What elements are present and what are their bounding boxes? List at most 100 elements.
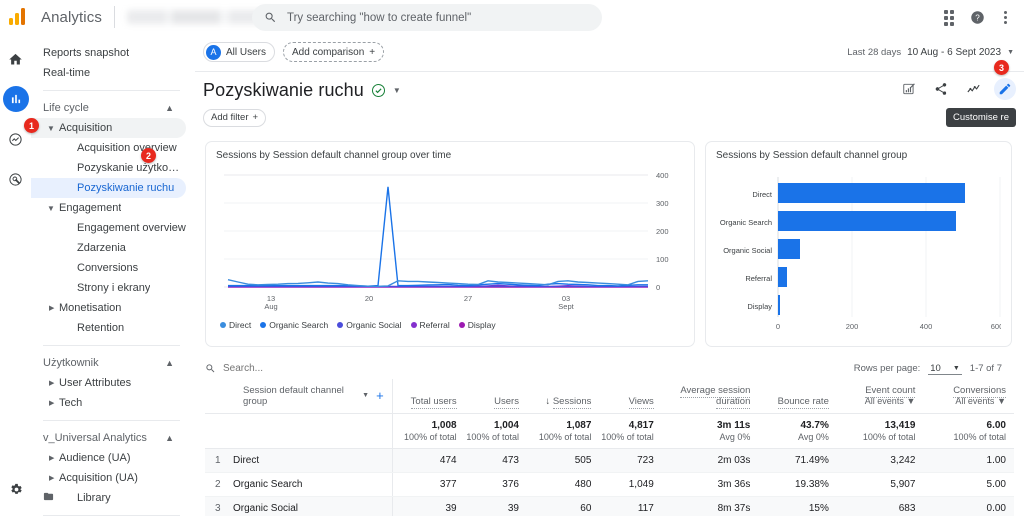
row-dimension-value: Organic Social <box>233 502 299 514</box>
pagination-range: 1-7 of 7 <box>969 363 1002 374</box>
sidebar-item-monetisation[interactable]: ▶ Monetisation <box>31 298 186 318</box>
table-row[interactable]: 3 Organic Social 39 39 60 117 8m 37s 15% … <box>205 496 1014 516</box>
column-header-avg-session-duration[interactable]: Average session duration <box>661 378 759 414</box>
chevron-down-icon[interactable]: ▼ <box>362 392 369 399</box>
add-filter-button[interactable]: Add filter + <box>203 108 267 127</box>
sidebar-item-conversions[interactable]: Conversions <box>31 258 186 278</box>
sidebar-section-uzytkownik[interactable]: Użytkownik ▲ <box>31 353 186 373</box>
sidebar-item-library[interactable]: Library <box>31 488 186 508</box>
traffic-acquisition-table: Session default channel group ▼ + Total … <box>205 378 1014 516</box>
sidebar-item-acquisition[interactable]: ▼ Acquisition <box>31 118 186 138</box>
edit-pencil-icon[interactable] <box>994 78 1016 100</box>
page-title: Pozyskiwanie ruchu <box>203 80 364 100</box>
sidebar-item-acquisition-overview[interactable]: Acquisition overview <box>31 138 186 158</box>
global-search[interactable] <box>252 4 602 31</box>
sidebar-item-audience-ua[interactable]: ▶ Audience (UA) <box>31 448 186 468</box>
svg-text:27: 27 <box>464 294 472 303</box>
sidebar-item-reports-snapshot[interactable]: Reports snapshot <box>31 43 186 63</box>
column-header-total-users[interactable]: Total users <box>391 378 465 414</box>
table-search-input[interactable] <box>223 363 423 374</box>
sidebar-item-engagement[interactable]: ▼ Engagement <box>31 198 186 218</box>
sidebar-item-pozyskiwanie-ruchu[interactable]: Pozyskiwanie ruchu <box>31 178 186 198</box>
chevron-down-icon[interactable]: ▼ <box>906 396 915 406</box>
sidebar-item-strony-i-ekrany[interactable]: Strony i ekrany <box>31 278 186 298</box>
legend-swatch <box>458 321 465 328</box>
date-range-picker[interactable]: Last 28 days 10 Aug - 6 Sept 2023 ▼ <box>847 47 1014 58</box>
line-chart-legend: Direct Organic Search Organic Social Ref… <box>216 320 684 330</box>
column-header-conversions[interactable]: Conversions All events ▼ <box>923 378 1014 414</box>
legend-item-referral[interactable]: Referral <box>410 320 450 330</box>
column-header-views[interactable]: Views <box>599 378 662 414</box>
advertising-icon[interactable] <box>3 166 29 192</box>
sidebar-section-v-universal-analytics[interactable]: v_Universal Analytics ▲ <box>31 428 186 448</box>
total-bounce-rate: 43.7% Avg 0% <box>758 413 837 449</box>
column-header-event-count[interactable]: Event count All events ▼ <box>836 378 924 414</box>
row-dimension-value: Direct <box>233 454 260 466</box>
column-header-sessions[interactable]: ↓ Sessions <box>526 378 600 414</box>
dimension-label: Session default channel group <box>243 384 344 407</box>
bar-chart[interactable]: Direct Organic Search Organic Social Ref… <box>716 167 1003 342</box>
sidebar-item-user-attributes[interactable]: ▶ User Attributes <box>31 373 186 393</box>
legend-item-organic-search[interactable]: Organic Search <box>260 320 328 330</box>
add-comparison-button[interactable]: Add comparison + <box>283 42 385 62</box>
legend-swatch <box>337 321 344 328</box>
sidebar-item-real-time[interactable]: Real-time <box>31 63 186 83</box>
help-icon[interactable]: ? <box>964 5 990 31</box>
divider <box>43 345 180 346</box>
line-chart-card: Sessions by Session default channel grou… <box>205 140 695 347</box>
total-event-count: 13,419 100% of total <box>836 413 924 449</box>
sidebar-item-retention[interactable]: Retention <box>31 318 186 338</box>
column-header-users[interactable]: Users <box>464 378 527 414</box>
divider <box>113 6 115 28</box>
all-users-chip[interactable]: A All Users <box>203 42 276 62</box>
add-dimension-icon[interactable]: + <box>376 388 384 403</box>
rows-per-page-select[interactable]: 10 ▼ <box>928 363 962 375</box>
legend-item-display[interactable]: Display <box>458 320 496 330</box>
left-icon-rail <box>0 35 31 516</box>
table-row[interactable]: 2 Organic Search 377 376 480 1,049 3m 36s… <box>205 472 1014 497</box>
annotation-badge-3: 3 <box>994 60 1009 75</box>
caret-right-icon: ▶ <box>49 380 55 387</box>
table-row[interactable]: 1 Direct 474 473 505 723 2m 03s 71.49% 3,… <box>205 448 1014 473</box>
search-input[interactable] <box>287 11 587 24</box>
insights-icon[interactable] <box>898 78 920 100</box>
table-head: Session default channel group ▼ + Total … <box>205 378 1014 414</box>
svg-text:300: 300 <box>656 199 669 208</box>
sidebar-item-tech[interactable]: ▶ Tech <box>31 393 186 413</box>
sidebar-item-engagement-overview[interactable]: Engagement overview <box>31 218 186 238</box>
chevron-down-icon[interactable]: ▼ <box>997 396 1006 406</box>
gear-icon[interactable] <box>8 482 23 502</box>
svg-text:400: 400 <box>920 322 933 331</box>
line-chart-title: Sessions by Session default channel grou… <box>216 149 452 161</box>
charts-row: Sessions by Session default channel grou… <box>195 127 1024 347</box>
legend-item-organic-social[interactable]: Organic Social <box>337 320 402 330</box>
share-icon[interactable] <box>930 78 952 100</box>
compare-icon[interactable] <box>962 78 984 100</box>
date-preset-label: Last 28 days <box>847 47 902 58</box>
sidebar-item-pozyskanie-uzytkownika[interactable]: Pozyskanie użytkownika <box>31 158 186 178</box>
verified-check-icon <box>371 84 385 97</box>
line-chart-svg: 400 300 200 100 0 13 Aug 20 27 03 Sept <box>224 171 669 311</box>
apps-grid-icon[interactable] <box>936 5 962 31</box>
chevron-up-icon: ▲ <box>165 103 174 113</box>
report-title-row: Pozyskiwanie ruchu ▼ Customise re <box>195 72 1024 127</box>
caret-down-icon: ▼ <box>47 123 55 133</box>
chevron-down-icon: ▼ <box>952 364 960 372</box>
svg-text:0: 0 <box>776 322 780 331</box>
sidebar-item-zdarzenia[interactable]: Zdarzenia <box>31 238 186 258</box>
sidebar-item-acquisition-ua[interactable]: ▶ Acquisition (UA) <box>31 468 186 488</box>
home-icon[interactable] <box>3 46 29 72</box>
legend-item-direct[interactable]: Direct <box>220 320 251 330</box>
svg-text:20: 20 <box>365 294 373 303</box>
chevron-up-icon: ▲ <box>165 358 174 368</box>
reports-icon[interactable] <box>2 86 29 112</box>
column-header-dimension[interactable]: Session default channel group ▼ + <box>205 378 393 414</box>
more-vert-icon[interactable] <box>992 5 1018 31</box>
line-chart[interactable]: 400 300 200 100 0 13 Aug 20 27 03 Sept <box>216 167 684 317</box>
sidebar-section-life-cycle[interactable]: Life cycle ▲ <box>31 98 186 118</box>
report-menu-chevron-icon[interactable]: ▼ <box>393 86 401 95</box>
column-header-bounce-rate[interactable]: Bounce rate <box>758 378 837 414</box>
totals-row: 1,008 100% of total 1,004 100% of total 1,… <box>205 413 1014 449</box>
svg-text:Aug: Aug <box>264 302 277 311</box>
annotation-badge-2: 2 <box>141 148 156 163</box>
